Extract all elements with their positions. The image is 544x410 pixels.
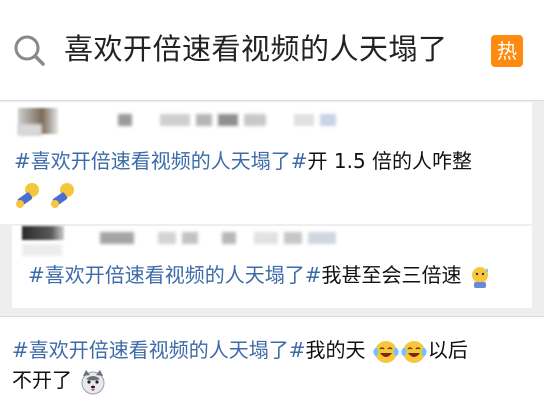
topic-link[interactable]: #喜欢开倍速看视频的人天塌了# — [12, 338, 306, 362]
laughing-crying-emoji — [401, 340, 427, 363]
avatar-blurred — [22, 226, 64, 240]
post-text: 我的天 — [305, 338, 366, 362]
post-text: 开 1.5 倍的人咋整 — [307, 149, 473, 173]
topic-link[interactable]: #喜欢开倍速看视频的人天塌了# — [28, 263, 322, 287]
username-blurred — [118, 114, 342, 126]
post-body: #喜欢开倍速看视频的人天塌了#我甚至会三倍速 — [28, 260, 492, 290]
search-bar[interactable]: 喜欢开倍速看视频的人天塌了 热 — [0, 0, 544, 101]
post-card[interactable]: #喜欢开倍速看视频的人天塌了#我的天 以后 不开了 — [0, 316, 544, 410]
emoji-row — [14, 180, 79, 210]
avatar-edge — [18, 124, 48, 136]
post-body: #喜欢开倍速看视频的人天塌了#我的天 以后 — [12, 335, 468, 366]
husky-dog-emoji — [81, 369, 105, 394]
screenshot-page: 喜欢开倍速看视频的人天塌了 热 #喜欢开倍速看视频的人天塌了#开 1.5 倍的人… — [0, 0, 544, 410]
post-body-line2: 不开了 — [12, 365, 108, 397]
post-body: #喜欢开倍速看视频的人天塌了#开 1.5 倍的人咋整 — [14, 146, 472, 176]
post-card[interactable]: #喜欢开倍速看视频的人天塌了#我甚至会三倍速 — [12, 226, 532, 308]
search-icon[interactable] — [12, 33, 46, 67]
search-query[interactable]: 喜欢开倍速看视频的人天塌了 — [64, 26, 448, 68]
laughing-crying-emoji — [373, 340, 399, 363]
sweating-face-emoji — [471, 266, 488, 288]
praying-hands-emoji — [51, 183, 75, 208]
hot-badge: 热 — [491, 35, 523, 67]
avatar-edge — [22, 244, 68, 256]
avatar — [22, 226, 64, 240]
post-text-line2: 不开了 — [12, 368, 72, 392]
praying-hands-emoji — [16, 183, 39, 208]
username-blurred — [100, 232, 342, 244]
post-text-continued: 以后 — [427, 338, 468, 362]
post-card[interactable]: #喜欢开倍速看视频的人天塌了#开 1.5 倍的人咋整 — [0, 102, 532, 224]
post-text: 我甚至会三倍速 — [321, 263, 462, 287]
topic-link[interactable]: #喜欢开倍速看视频的人天塌了# — [14, 149, 308, 173]
